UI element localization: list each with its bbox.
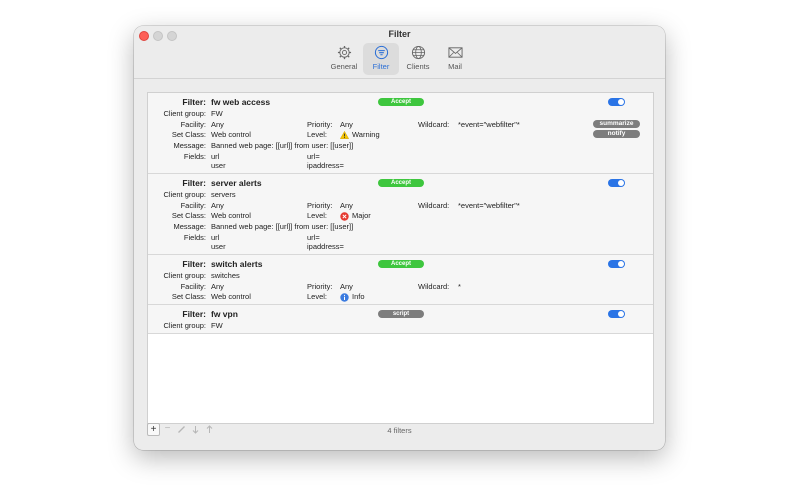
field-name: user [211, 242, 226, 251]
tab-clients-label: Clients [406, 62, 430, 71]
tab-mail-label: Mail [448, 62, 462, 71]
field-value: url= [307, 152, 320, 161]
facility-value: Any [211, 201, 224, 210]
set-class-label: Set Class: [171, 130, 206, 139]
envelope-icon [447, 47, 463, 58]
filter-name: fw web access [211, 97, 271, 107]
tab-clients[interactable]: Clients [400, 43, 436, 75]
wildcard-value: * [458, 282, 461, 291]
tab-filter-label: Filter [372, 62, 390, 71]
priority-label: Priority: [307, 282, 333, 291]
priority-value: Any [340, 201, 353, 210]
filter-label: Filter: [182, 97, 206, 107]
field-name: url [211, 233, 220, 242]
filter-name: server alerts [211, 178, 262, 188]
message-value: Banned web page: [[url]] from user: [[us… [211, 222, 354, 231]
notify-badge: notify [593, 130, 640, 138]
level-text: Warning [352, 130, 380, 139]
level-text: Info [352, 292, 365, 301]
fields-label: Fields: [183, 152, 206, 161]
action-badge: Accept [378, 98, 424, 106]
info-icon [340, 292, 349, 302]
set-class-label: Set Class: [171, 211, 206, 220]
filter-list[interactable]: Filter: fw web access Accept Client grou… [147, 92, 654, 424]
level-text: Major [352, 211, 371, 220]
tab-general-label: General [330, 62, 358, 71]
filter-label: Filter: [182, 309, 206, 319]
filter-count: 4 filters [387, 426, 412, 435]
priority-value: Any [340, 120, 353, 129]
field-name: user [211, 161, 226, 170]
client-group-value: FW [211, 321, 223, 330]
action-badge: script [378, 310, 424, 318]
filter-label: Filter: [182, 259, 206, 269]
level-label: Level: [307, 292, 328, 301]
priority-value: Any [340, 282, 353, 291]
filter-window: Filter General Filter Clients Mail Filte… [134, 26, 665, 450]
enable-toggle[interactable] [608, 98, 625, 106]
filter-name: fw vpn [211, 309, 238, 319]
facility-label: Facility: [180, 120, 206, 129]
level-value: Info [340, 292, 365, 302]
set-class-value: Web control [211, 130, 251, 139]
filter-row-fw-web-access[interactable]: Filter: fw web access Accept Client grou… [148, 93, 653, 174]
enable-toggle[interactable] [608, 179, 625, 187]
filter-row-server-alerts[interactable]: Filter: server alerts Accept Client grou… [148, 174, 653, 255]
summarize-badge: summarize [593, 120, 640, 128]
facility-value: Any [211, 120, 224, 129]
set-class-label: Set Class: [171, 292, 206, 301]
message-label: Message: [173, 141, 206, 150]
level-label: Level: [307, 211, 328, 220]
message-value: Banned web page: [[url]] from user: [[us… [211, 141, 354, 150]
level-value: Warning [340, 130, 380, 139]
wildcard-label: Wildcard: [418, 201, 450, 210]
filter-label: Filter: [182, 178, 206, 188]
error-icon [340, 211, 349, 221]
filter-icon [374, 45, 388, 60]
field-value: url= [307, 233, 320, 242]
action-badge: Accept [378, 179, 424, 187]
wildcard-value: *event="webfilter"* [458, 201, 520, 210]
gear-icon [337, 45, 351, 60]
facility-label: Facility: [180, 201, 206, 210]
tab-mail[interactable]: Mail [437, 43, 473, 75]
client-group-label: Client group: [163, 271, 206, 280]
client-group-label: Client group: [163, 109, 206, 118]
client-group-value: switches [211, 271, 240, 280]
action-badge: Accept [378, 260, 424, 268]
enable-toggle[interactable] [608, 260, 625, 268]
field-name: url [211, 152, 220, 161]
client-group-value: FW [211, 109, 223, 118]
window-title: Filter [388, 29, 411, 39]
fields-label: Fields: [183, 233, 206, 242]
client-group-value: servers [211, 190, 236, 199]
titlebar: Filter General Filter Clients Mail [134, 26, 665, 79]
facility-label: Facility: [180, 282, 206, 291]
tab-filter[interactable]: Filter [363, 43, 399, 75]
globe-icon [411, 45, 425, 60]
tab-general[interactable]: General [326, 43, 362, 75]
message-label: Message: [173, 222, 206, 231]
wildcard-label: Wildcard: [418, 282, 450, 291]
set-class-value: Web control [211, 211, 251, 220]
facility-value: Any [211, 282, 224, 291]
wildcard-label: Wildcard: [418, 120, 450, 129]
field-value: ipaddress= [307, 161, 344, 170]
list-footer: + − 4 filters [147, 423, 652, 437]
preferences-toolbar: General Filter Clients Mail [134, 43, 665, 75]
enable-toggle[interactable] [608, 310, 625, 318]
filter-row-switch-alerts[interactable]: Filter: switch alerts Accept Client grou… [148, 255, 653, 305]
filter-name: switch alerts [211, 259, 263, 269]
set-class-value: Web control [211, 292, 251, 301]
wildcard-value: *event="webfilter"* [458, 120, 520, 129]
client-group-label: Client group: [163, 190, 206, 199]
priority-label: Priority: [307, 201, 333, 210]
filter-row-fw-vpn[interactable]: Filter: fw vpn script Client group: FW [148, 305, 653, 334]
level-label: Level: [307, 130, 328, 139]
client-group-label: Client group: [163, 321, 206, 330]
level-value: Major [340, 211, 371, 221]
warning-icon [340, 131, 349, 139]
field-value: ipaddress= [307, 242, 344, 251]
priority-label: Priority: [307, 120, 333, 129]
